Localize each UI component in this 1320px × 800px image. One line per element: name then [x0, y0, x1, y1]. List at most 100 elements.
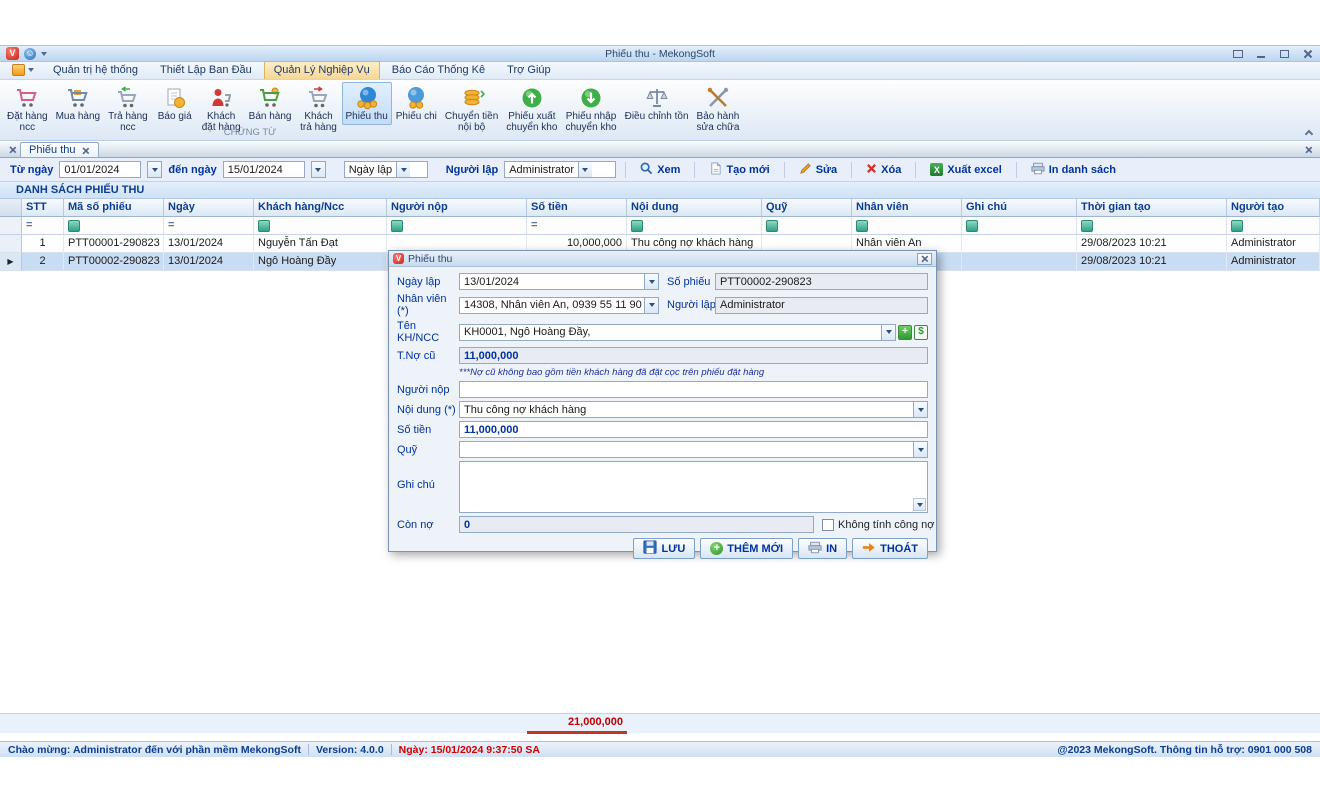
menu-tab-quan-ly-nghiep-vu[interactable]: Quản Lý Nghiệp Vụ [264, 61, 380, 79]
menu-tab-bao-cao-thong-ke[interactable]: Báo Cáo Thống Kê [382, 61, 495, 79]
column-header-ma-so-phieu[interactable]: Mã số phiếu [64, 199, 164, 217]
tao-moi-button[interactable]: Tạo mới [704, 160, 774, 180]
in-danh-sach-button[interactable]: In danh sách [1026, 160, 1121, 180]
filter-cell-ma-so-phieu[interactable] [64, 217, 164, 235]
dialog-titlebar[interactable]: V Phiếu thu [389, 251, 936, 267]
column-header-ghi-chu[interactable]: Ghi chú [962, 199, 1077, 217]
sua-button[interactable]: Sửa [794, 160, 842, 180]
add-customer-button[interactable]: + [898, 325, 912, 340]
nhan-vien-combo[interactable]: 14308, Nhân viên An, 0939 55 11 90 [459, 297, 659, 314]
den-ngay-dropdown[interactable] [311, 161, 326, 178]
sort-field-combo[interactable]: Ngày lập [344, 161, 428, 178]
new-document-icon [709, 162, 722, 178]
menu-tab-thiet-lap-ban-dau[interactable]: Thiết Lập Ban Đầu [150, 61, 262, 79]
filter-cell-ngay[interactable]: = [164, 217, 254, 235]
close-icon[interactable] [1300, 48, 1314, 60]
column-header-quy[interactable]: Quỹ [762, 199, 852, 217]
chevron-down-icon[interactable] [913, 442, 927, 457]
chevron-down-icon[interactable] [644, 298, 658, 313]
column-header-khach-hang[interactable]: Khách hàng/Ncc [254, 199, 387, 217]
column-header-nguoi-tao[interactable]: Người tạo [1227, 199, 1320, 217]
filter-cell-ghi-chu[interactable] [962, 217, 1077, 235]
tab-phieu-thu[interactable]: Phiếu thu [20, 142, 99, 157]
tabstrip-close-icon[interactable] [1300, 141, 1316, 157]
filter-cell-quy[interactable] [762, 217, 852, 235]
column-header-thoi-gian-tao[interactable]: Thời gian tạo [1077, 199, 1227, 217]
chevron-down-icon[interactable] [881, 325, 895, 340]
nguoi-lap-label: Người lập [446, 164, 498, 176]
filter-cell-noi-dung[interactable] [627, 217, 762, 235]
menu-tab-tro-giup[interactable]: Trợ Giúp [497, 61, 560, 79]
nhan-vien-label: Nhân viên (*) [397, 293, 459, 317]
column-header-ngay[interactable]: Ngày [164, 199, 254, 217]
menu-grid-button[interactable] [5, 62, 41, 79]
chevron-down-icon[interactable] [148, 162, 161, 177]
ngay-lap-input[interactable]: 13/01/2024 [459, 273, 659, 290]
chevron-down-icon[interactable] [913, 402, 927, 417]
chevron-down-icon[interactable] [396, 162, 410, 177]
xem-button[interactable]: Xem [635, 160, 685, 180]
close-all-tabs-icon[interactable] [4, 141, 20, 157]
smiley-icon[interactable]: ☺ [24, 48, 36, 60]
nguoi-lap-input: Administrator [715, 297, 928, 314]
ribbon-button-phieu-nhap-chuyen-kho[interactable]: Phiếu nhậpchuyển kho [561, 82, 620, 135]
column-header-noi-dung[interactable]: Nội dung [627, 199, 762, 217]
maximize-icon[interactable] [1277, 48, 1291, 60]
chevron-down-icon[interactable] [578, 162, 592, 177]
ribbon-collapse-chevron-icon[interactable] [1306, 128, 1312, 137]
chevron-down-icon[interactable] [913, 498, 926, 511]
column-header-so-tien[interactable]: Số tiền [527, 199, 627, 217]
ribbon: Đặt hàngncc Mua hàng Trả hàngncc Báo giá… [0, 80, 1320, 141]
den-ngay-input[interactable]: 15/01/2024 [223, 161, 305, 178]
display-icon[interactable] [1231, 48, 1245, 60]
filter-cell-stt[interactable]: = [22, 217, 64, 235]
ribbon-button-bao-gia[interactable]: Báo giá [152, 82, 198, 125]
chevron-down-icon[interactable] [644, 274, 658, 289]
tab-close-icon[interactable] [82, 146, 89, 153]
filter-cell-nguoi-tao[interactable] [1227, 217, 1320, 235]
current-row-arrow-icon: ▶ [0, 253, 22, 271]
dialog-close-icon[interactable] [917, 253, 932, 265]
quy-combo[interactable] [459, 441, 928, 458]
ribbon-button-bao-hanh-sua-chua[interactable]: Bảo hànhsửa chữa [693, 82, 744, 135]
filter-cell-khach-hang[interactable] [254, 217, 387, 235]
tu-ngay-dropdown[interactable] [147, 161, 162, 178]
quick-access-caret-icon[interactable] [41, 52, 47, 56]
noi-dung-label: Nội dung (*) [397, 404, 459, 416]
ribbon-button-mua-hang[interactable]: Mua hàng [52, 82, 104, 125]
customer-return-icon [307, 84, 331, 111]
noi-dung-combo[interactable]: Thu công nợ khách hàng [459, 401, 928, 418]
them-moi-button[interactable]: + THÊM MỚI [700, 538, 793, 559]
ghi-chu-textarea[interactable] [459, 461, 928, 513]
column-header-stt[interactable]: STT [22, 199, 64, 217]
filter-cell-nhan-vien[interactable] [852, 217, 962, 235]
thoat-button[interactable]: THOÁT [852, 538, 928, 559]
in-button[interactable]: IN [798, 538, 847, 559]
ribbon-button-ban-hang[interactable]: Bán hàng [245, 82, 296, 125]
column-header-nguoi-nop[interactable]: Người nộp [387, 199, 527, 217]
nguoi-nop-input[interactable] [459, 381, 928, 398]
so-tien-input[interactable]: 11,000,000 [459, 421, 928, 438]
ribbon-button-dieu-chinh-ton[interactable]: Điều chỉnh tồn [621, 82, 693, 125]
ribbon-button-phieu-chi[interactable]: Phiếu chi [392, 82, 441, 125]
xuat-excel-button[interactable]: X Xuất excel [925, 161, 1006, 178]
menu-tab-quan-tri-he-thong[interactable]: Quản trị hệ thống [43, 61, 148, 79]
ribbon-button-phieu-thu[interactable]: Phiếu thu [342, 82, 392, 125]
chevron-down-icon[interactable] [312, 162, 325, 177]
column-header-nhan-vien[interactable]: Nhân viên [852, 199, 962, 217]
minimize-icon[interactable] [1254, 48, 1268, 60]
filter-cell-thoi-gian-tao[interactable] [1077, 217, 1227, 235]
no-cu-input: 11,000,000 [459, 347, 928, 364]
filter-cell-nguoi-nop[interactable] [387, 217, 527, 235]
refresh-debt-button[interactable]: $ [914, 325, 928, 340]
luu-button[interactable]: LƯU [633, 538, 695, 559]
version-text: Version: 4.0.0 [316, 744, 384, 756]
xoa-button[interactable]: Xóa [861, 161, 906, 179]
ten-kh-combo[interactable]: KH0001, Ngô Hoàng Đầy, [459, 324, 896, 341]
khong-tinh-cong-no-checkbox[interactable] [822, 519, 834, 531]
tu-ngay-input[interactable]: 01/01/2024 [59, 161, 141, 178]
nguoi-lap-combo[interactable]: Administrator [504, 161, 616, 178]
delete-x-icon [866, 163, 877, 177]
ribbon-button-phieu-xuat-chuyen-kho[interactable]: Phiếu xuấtchuyển kho [502, 82, 561, 135]
filter-cell-so-tien[interactable]: = [527, 217, 627, 235]
